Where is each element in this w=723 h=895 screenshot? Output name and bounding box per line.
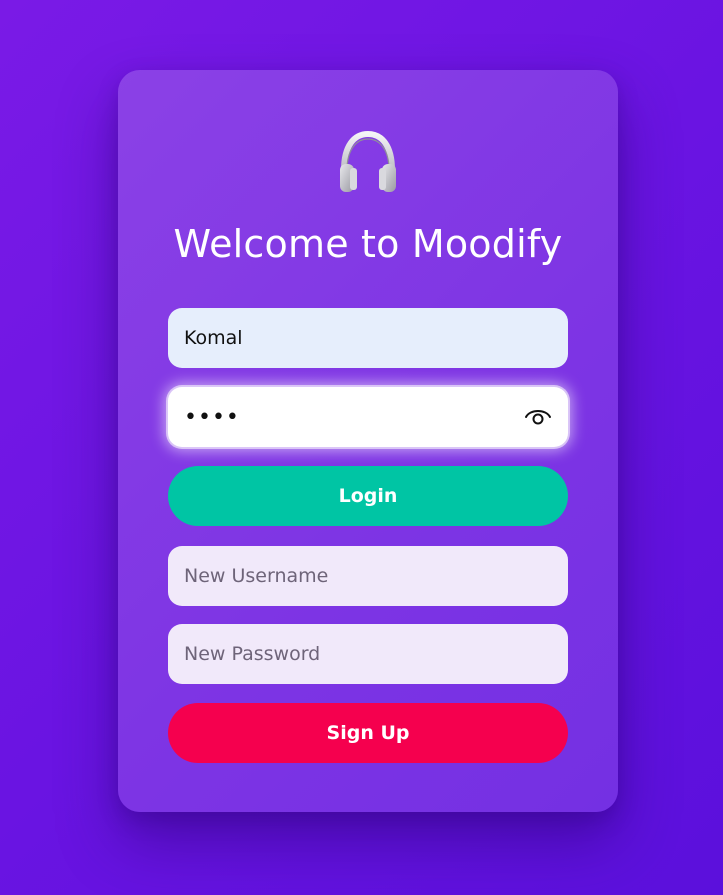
- signup-button[interactable]: Sign Up: [168, 703, 568, 763]
- eye-icon[interactable]: [524, 404, 552, 430]
- headphones-icon: [340, 130, 396, 192]
- password-input[interactable]: [168, 387, 508, 447]
- new-password-input[interactable]: [168, 624, 568, 684]
- username-input[interactable]: [168, 308, 568, 368]
- new-username-input[interactable]: [168, 546, 568, 606]
- page-title: Welcome to Moodify: [173, 222, 563, 266]
- login-card: Welcome to Moodify Login Sign Up: [118, 70, 618, 812]
- password-field: [168, 387, 568, 447]
- login-button[interactable]: Login: [168, 466, 568, 526]
